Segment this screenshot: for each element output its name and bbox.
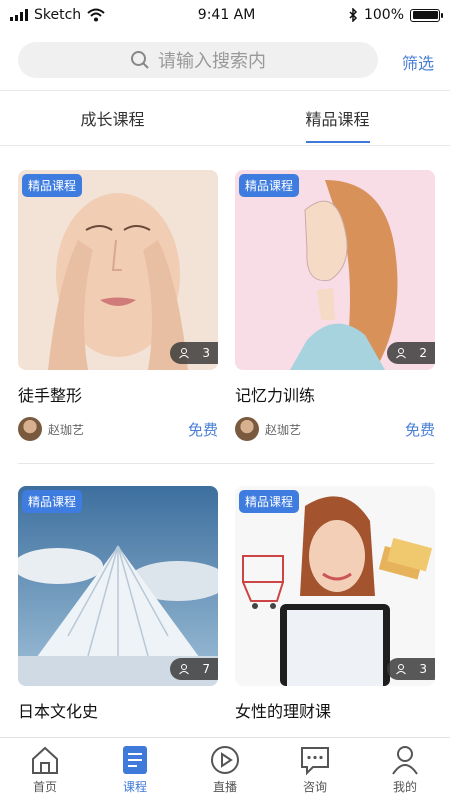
- memory-illustration-image: [235, 170, 435, 370]
- mount-fuji-image: [18, 486, 218, 686]
- status-right: 100%: [348, 7, 443, 23]
- finance-woman-image: [235, 486, 435, 686]
- course-badge: 精品课程: [22, 174, 83, 197]
- search-icon: [131, 51, 149, 69]
- battery-percent: 100%: [363, 7, 404, 23]
- chat-icon: [301, 746, 329, 775]
- viewer-count: 7: [170, 658, 218, 680]
- nav-courses-label: 课程: [122, 779, 147, 794]
- course-thumbnail[interactable]: 精品课程 2: [235, 170, 435, 370]
- course-card[interactable]: 精品课程 3 徒手整形 赵珈艺 免费: [18, 170, 218, 442]
- signal-icon: [10, 9, 28, 21]
- home-icon: [32, 746, 58, 774]
- nav-consult-label: 咨询: [302, 779, 327, 794]
- viewer-count: 2: [387, 342, 435, 364]
- course-thumbnail[interactable]: 精品课程 7: [18, 486, 218, 686]
- status-left: Sketch: [10, 7, 105, 23]
- battery-icon: [410, 8, 443, 22]
- nav-consult[interactable]: 咨询: [270, 738, 360, 800]
- viewer-count-value: 3: [419, 662, 427, 676]
- author-name: 赵珈艺: [48, 422, 85, 437]
- course-title[interactable]: 日本文化史: [18, 698, 218, 722]
- status-time: 9:41 AM: [197, 7, 256, 23]
- person-icon: [396, 664, 406, 675]
- filter-button[interactable]: 筛选: [402, 50, 434, 74]
- course-card[interactable]: 精品课程 2 记忆力训练 赵珈艺 免费: [235, 170, 435, 442]
- nav-profile[interactable]: 我的: [360, 738, 450, 800]
- person-icon: [179, 664, 189, 675]
- course-thumbnail[interactable]: 精品课程 3: [235, 486, 435, 686]
- viewer-count: 3: [170, 342, 218, 364]
- status-bar: Sketch 9:41 AM 100%: [0, 0, 450, 30]
- nav-courses[interactable]: 课程: [90, 738, 180, 800]
- user-icon: [392, 745, 418, 775]
- nav-profile-label: 我的: [392, 779, 417, 794]
- search-row: 请输入搜索内 筛选: [0, 42, 450, 82]
- nav-home-label: 首页: [32, 779, 57, 794]
- course-card[interactable]: 精品课程 3 女性的理财课: [235, 486, 435, 722]
- face-massage-image: [18, 170, 218, 370]
- course-badge: 精品课程: [239, 174, 300, 197]
- viewer-count-value: 7: [202, 662, 210, 676]
- avatar: [18, 417, 42, 441]
- nav-live-label: 直播: [212, 779, 237, 794]
- search-input[interactable]: 请输入搜索内: [18, 42, 378, 78]
- course-price: 免费: [187, 420, 218, 439]
- search-placeholder: 请输入搜索内: [158, 51, 266, 72]
- course-author: 赵珈艺: [235, 417, 301, 441]
- play-icon: [211, 745, 239, 774]
- course-title[interactable]: 徒手整形: [18, 382, 218, 406]
- section-divider: [18, 463, 434, 464]
- course-price: 免费: [404, 420, 435, 439]
- nav-live[interactable]: 直播: [180, 738, 270, 800]
- viewer-count-value: 3: [202, 346, 210, 360]
- person-icon: [179, 348, 189, 359]
- course-tabs: 成长课程 精品课程: [0, 90, 450, 146]
- course-thumbnail[interactable]: 精品课程 3: [18, 170, 218, 370]
- bluetooth-icon: [349, 8, 358, 22]
- tab-premium-courses[interactable]: 精品课程: [225, 91, 450, 145]
- course-title[interactable]: 女性的理财课: [235, 698, 435, 722]
- course-badge: 精品课程: [22, 490, 83, 513]
- avatar: [235, 417, 259, 441]
- course-icon: [123, 745, 147, 774]
- course-meta: 赵珈艺 免费: [18, 416, 218, 442]
- carrier-name: Sketch: [34, 7, 82, 23]
- author-name: 赵珈艺: [265, 422, 302, 437]
- nav-home[interactable]: 首页: [0, 738, 90, 800]
- wifi-icon: [87, 8, 105, 22]
- course-badge: 精品课程: [239, 490, 300, 513]
- course-author: 赵珈艺: [18, 417, 84, 441]
- course-title[interactable]: 记忆力训练: [235, 382, 435, 406]
- viewer-count: 3: [387, 658, 435, 680]
- tab-growth-courses[interactable]: 成长课程: [0, 91, 225, 145]
- viewer-count-value: 2: [419, 346, 427, 360]
- course-meta: 赵珈艺 免费: [235, 416, 435, 442]
- person-icon: [396, 348, 406, 359]
- course-card[interactable]: 精品课程 7 日本文化史: [18, 486, 218, 722]
- bottom-nav: 首页 课程 直播 咨询 我的: [0, 737, 450, 800]
